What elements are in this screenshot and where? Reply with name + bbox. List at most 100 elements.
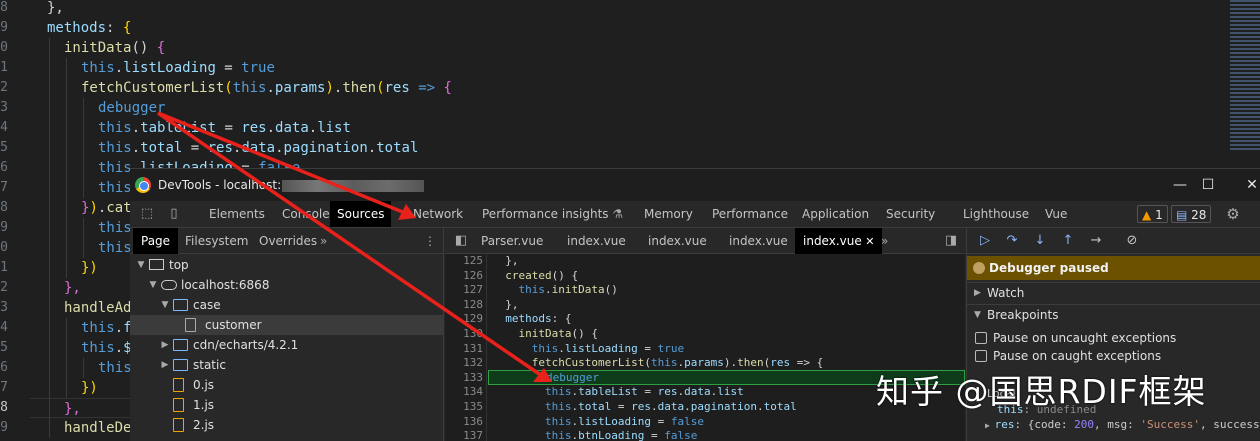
code-line[interactable]: 131 this.listLoading = true <box>445 342 965 357</box>
watch-section[interactable]: Watch <box>967 282 1260 304</box>
expanded-chevron-icon[interactable]: ▼ <box>136 255 146 275</box>
line-number[interactable]: 128 <box>445 298 483 313</box>
line-number[interactable]: 132 <box>445 356 483 371</box>
line-number[interactable]: 129 <box>445 312 483 327</box>
device-toolbar-icon[interactable]: ▯ <box>166 206 182 222</box>
toggle-navigator-icon[interactable]: ◧ <box>453 233 469 249</box>
tab-performance[interactable]: Performance <box>712 201 788 227</box>
inspect-element-icon[interactable]: ⬚ <box>139 206 155 222</box>
file-tab[interactable]: index.vue <box>729 228 788 254</box>
code-token: res <box>207 140 233 156</box>
maximize-button[interactable]: ☐ <box>1188 169 1228 201</box>
tree-item-static[interactable]: ▶ static <box>130 355 444 375</box>
code-line[interactable]: methods: { <box>30 18 1260 38</box>
warnings-badge[interactable]: ▲ 1 <box>1137 205 1168 223</box>
collapsed-chevron-icon[interactable]: ▶ <box>160 355 170 375</box>
expanded-chevron-icon[interactable]: ▼ <box>160 295 170 315</box>
tab-lighthouse[interactable]: Lighthouse <box>963 201 1029 227</box>
file-tab[interactable]: index.vue <box>648 228 707 254</box>
step-button[interactable]: → <box>1088 233 1104 249</box>
tab-memory[interactable]: Memory <box>644 201 693 227</box>
line-number[interactable]: 130 <box>445 327 483 342</box>
tab-vue[interactable]: Vue <box>1045 201 1067 227</box>
expanded-chevron-icon[interactable]: ▼ <box>148 275 158 295</box>
close-button[interactable]: ✕ <box>1232 169 1260 201</box>
pause-caught-option[interactable]: Pause on caught exceptions <box>975 347 1161 365</box>
code-token: initData <box>518 326 572 340</box>
file-tab[interactable]: Parser.vue <box>481 228 543 254</box>
pause-uncaught-checkbox[interactable] <box>975 332 987 344</box>
code-line[interactable]: initData() { <box>30 38 1260 58</box>
line-number[interactable]: 136 <box>445 415 483 430</box>
frame-icon <box>149 259 164 270</box>
code-line[interactable]: debugger <box>30 98 1260 118</box>
code-line[interactable]: this.total = res.data.pagination.total <box>30 138 1260 158</box>
line-number[interactable]: 126 <box>445 269 483 284</box>
deactivate-breakpoints-button[interactable]: ⊘ <box>1124 233 1140 249</box>
tab-overrides[interactable]: Overrides <box>259 228 317 254</box>
code-line[interactable]: this.tableList = res.data.list <box>30 118 1260 138</box>
code-line[interactable]: 125 }, <box>445 254 965 269</box>
code-line[interactable]: fetchCustomerList(this.params).then(res … <box>30 78 1260 98</box>
tab-elements[interactable]: Elements <box>209 201 265 227</box>
tab-page[interactable]: Page <box>133 228 179 254</box>
tab-network[interactable]: Network <box>413 201 463 227</box>
line-number: 5 <box>0 340 8 355</box>
file-tab[interactable]: index.vue ✕ <box>795 228 883 254</box>
settings-icon[interactable]: ⚙ <box>1225 206 1241 222</box>
code-token: this <box>544 385 572 399</box>
code-text: fetchCustomerList(this.params).then(res … <box>492 356 823 371</box>
tree-item-localhost-6868[interactable]: ▼ localhost:6868 <box>130 275 444 295</box>
tree-item-cdn-echarts-4-2-1[interactable]: ▶ cdn/echarts/4.2.1 <box>130 335 444 355</box>
code-line[interactable]: 128 }, <box>445 298 965 313</box>
tab-application[interactable]: Application <box>802 201 869 227</box>
line-number[interactable]: 135 <box>445 400 483 415</box>
step-into-button[interactable]: ↓ <box>1032 233 1048 249</box>
line-number[interactable]: 127 <box>445 283 483 298</box>
tab-sources[interactable]: Sources <box>330 201 392 227</box>
line-number[interactable]: 133 <box>445 371 483 386</box>
step-over-button[interactable]: ↷ <box>1004 233 1020 249</box>
pause-caught-checkbox[interactable] <box>975 350 987 362</box>
tab-security[interactable]: Security <box>886 201 935 227</box>
resume-button[interactable]: ▷ <box>977 233 993 249</box>
tab-filesystem[interactable]: Filesystem <box>185 228 248 254</box>
code-line[interactable]: 129 methods: { <box>445 312 965 327</box>
tree-item-top[interactable]: ▼ top <box>130 255 444 275</box>
pause-uncaught-option[interactable]: Pause on uncaught exceptions <box>975 329 1176 347</box>
tree-item-1-js[interactable]: 1.js <box>130 395 444 415</box>
navigator-menu-icon[interactable]: ⋮ <box>424 228 436 254</box>
devtools-titlebar[interactable]: DevTools - localhost: — ☐ ✕ <box>130 169 1260 201</box>
more-files-icon[interactable]: » <box>881 228 888 254</box>
tree-item-case[interactable]: ▼ case <box>130 295 444 315</box>
code-line[interactable]: }, <box>30 0 1260 18</box>
line-number[interactable]: 134 <box>445 385 483 400</box>
code-line[interactable]: 130 initData() { <box>445 327 965 342</box>
line-number[interactable]: 125 <box>445 254 483 269</box>
line-number[interactable]: 137 <box>445 429 483 441</box>
minimap[interactable] <box>1230 0 1260 150</box>
collapsed-chevron-icon[interactable]: ▶ <box>160 335 170 355</box>
more-tabs-icon[interactable]: » <box>320 228 327 254</box>
code-line[interactable]: 136 this.listLoading = false <box>445 415 965 430</box>
code-line[interactable]: this.listLoading = true <box>30 58 1260 78</box>
code-line[interactable]: 137 this.btnLoading = false <box>445 429 965 441</box>
tree-item-label: 0.js <box>193 378 215 392</box>
tree-item-2-js[interactable]: 2.js <box>130 415 444 435</box>
file-tab[interactable]: index.vue <box>567 228 626 254</box>
toggle-debugger-icon[interactable]: ◨ <box>943 233 959 249</box>
breakpoints-section[interactable]: Breakpoints <box>967 304 1260 326</box>
messages-badge[interactable]: ▤ 28 <box>1171 205 1212 223</box>
scope-res[interactable]: ▶ res: {code: 200, msg: 'Success', succe… <box>985 417 1260 432</box>
tree-item-customer[interactable]: customer <box>130 315 444 335</box>
tree-item-0-js[interactable]: 0.js <box>130 375 444 395</box>
tab-performance-insights[interactable]: Performance insights ⚗ <box>482 201 623 227</box>
tab-console[interactable]: Console <box>282 201 330 227</box>
code-line[interactable]: 126 created() { <box>445 269 965 284</box>
close-tab-icon[interactable]: ✕ <box>862 235 874 248</box>
indent-guide <box>49 418 50 438</box>
code-line[interactable]: 127 this.initData() <box>445 283 965 298</box>
step-out-button[interactable]: ↑ <box>1060 233 1076 249</box>
line-number[interactable]: 131 <box>445 342 483 357</box>
